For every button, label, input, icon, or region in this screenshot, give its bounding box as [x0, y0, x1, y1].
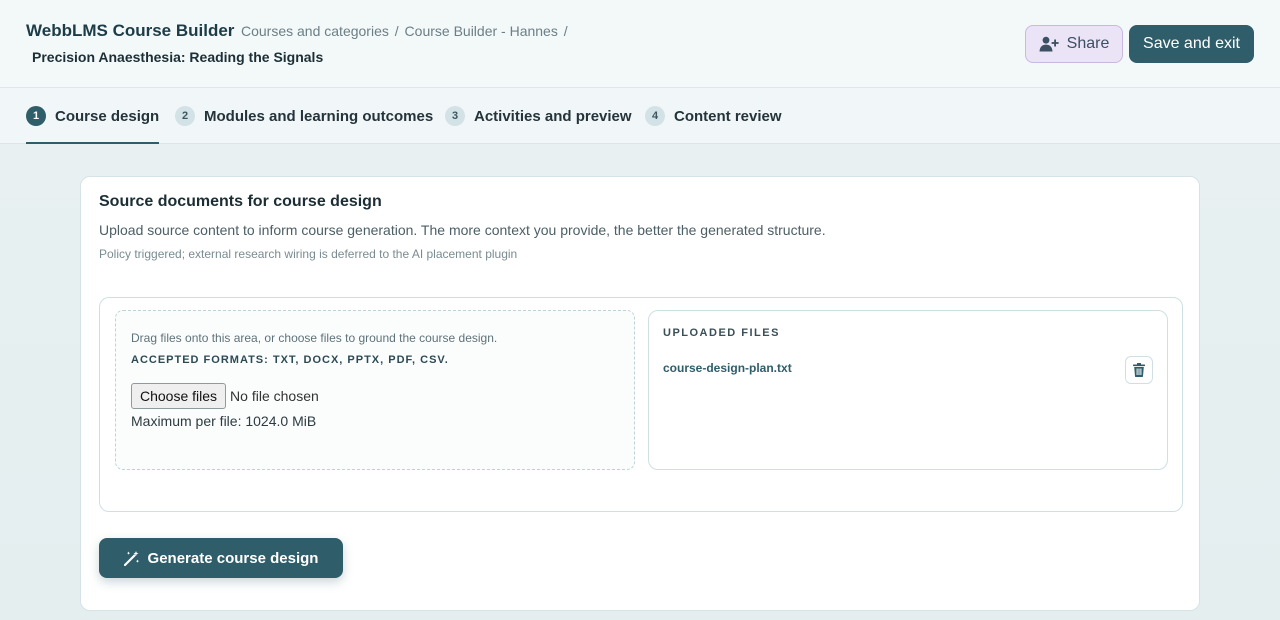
source-documents-card: Source documents for course design Uploa…: [80, 176, 1200, 611]
dropzone-hint: Drag files onto this area, or choose fil…: [131, 331, 498, 345]
tab-modules-and-learning-outcomes[interactable]: 2 Modules and learning outcomes: [175, 88, 433, 144]
no-file-chosen-label: No file chosen: [230, 388, 319, 404]
choose-files-button[interactable]: Choose files: [131, 383, 227, 409]
policy-note: Policy triggered; external research wiri…: [99, 247, 518, 261]
save-and-exit-button[interactable]: Save and exit: [1129, 25, 1254, 63]
trash-icon: [1133, 363, 1145, 377]
app-title: WebbLMS Course Builder: [26, 21, 235, 40]
tab-label: Content review: [674, 107, 782, 125]
tab-label: Course design: [55, 107, 160, 125]
breadcrumb-item-course-builder[interactable]: Course Builder - Hannes: [405, 23, 558, 39]
step-tabs: 1 Course design 2 Modules and learning o…: [0, 88, 1280, 144]
file-input[interactable]: Choose files No file chosen: [131, 383, 319, 409]
accepted-formats: ACCEPTED FORMATS: TXT, DOCX, PPTX, PDF, …: [131, 354, 449, 366]
section-title: Source documents for course design: [99, 193, 382, 210]
magic-wand-icon: [123, 551, 139, 566]
uploaded-files-title: UPLOADED FILES: [663, 327, 780, 339]
breadcrumb: Courses and categories / Course Builder …: [241, 23, 570, 39]
step-number: 1: [26, 106, 46, 126]
user-plus-icon: [1039, 36, 1059, 52]
delete-file-button[interactable]: [1125, 356, 1153, 384]
generate-course-design-button[interactable]: Generate course design: [99, 538, 343, 578]
breadcrumb-separator: /: [563, 23, 568, 39]
tab-activities-and-preview[interactable]: 3 Activities and preview: [445, 88, 632, 144]
tab-label: Modules and learning outcomes: [204, 107, 434, 125]
uploaded-files-panel: UPLOADED FILES course-design-plan.txt: [648, 310, 1168, 470]
generate-label: Generate course design: [147, 549, 319, 567]
file-dropzone[interactable]: Drag files onto this area, or choose fil…: [115, 310, 635, 470]
share-button[interactable]: Share: [1025, 25, 1123, 63]
share-label: Share: [1066, 35, 1110, 52]
step-number: 2: [175, 106, 195, 126]
tab-content-review[interactable]: 4 Content review: [645, 88, 782, 144]
tab-course-design[interactable]: 1 Course design: [26, 88, 160, 144]
breadcrumb-separator: /: [394, 23, 399, 39]
breadcrumb-item-courses[interactable]: Courses and categories: [241, 23, 389, 39]
course-title: Precision Anaesthesia: Reading the Signa…: [32, 49, 324, 65]
section-description: Upload source content to inform course g…: [99, 222, 826, 238]
top-bar: WebbLMS Course Builder Courses and categ…: [0, 0, 1280, 88]
upload-area: Drag files onto this area, or choose fil…: [99, 297, 1183, 512]
uploaded-file-name[interactable]: course-design-plan.txt: [663, 361, 792, 375]
tab-label: Activities and preview: [474, 107, 632, 125]
max-file-size: Maximum per file: 1024.0 MiB: [131, 413, 317, 429]
step-number: 4: [645, 106, 665, 126]
step-number: 3: [445, 106, 465, 126]
